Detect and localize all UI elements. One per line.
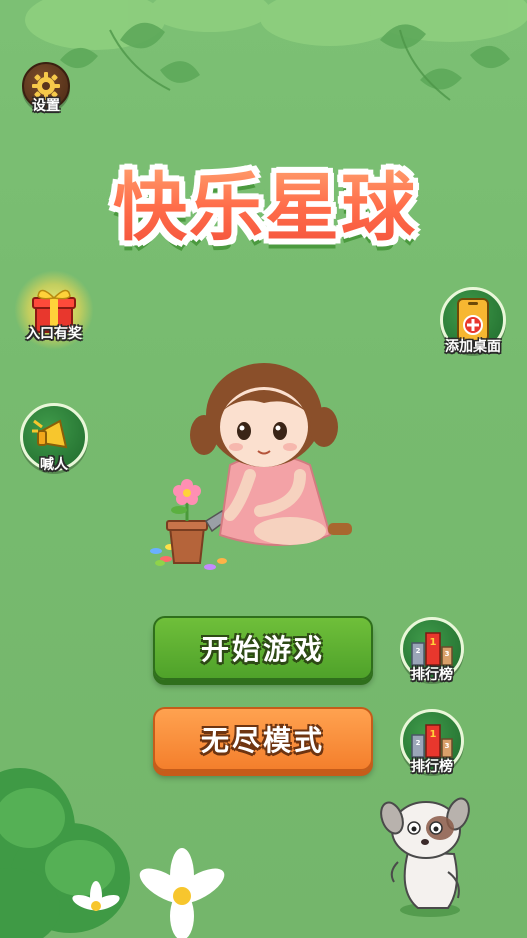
start-game-label: 开始游戏 (200, 633, 325, 666)
endless-mode-label: 无尽模式 (200, 724, 325, 757)
settings-button[interactable]: 设置 (22, 62, 70, 114)
game-title: 快乐星球 快乐星球 (90, 140, 440, 251)
invite-friends-button[interactable]: 喊人 (20, 403, 88, 473)
top-leaves-decoration (25, 0, 527, 101)
svg-text:1: 1 (430, 729, 437, 740)
svg-text:1: 1 (430, 637, 437, 648)
leaderboard-button-endless[interactable]: 1 2 3 排行榜 (400, 709, 464, 775)
start-game-button[interactable]: 开始游戏 (153, 616, 373, 680)
svg-text:3: 3 (445, 742, 450, 750)
add-to-desktop-button[interactable]: 添加桌面 (440, 287, 506, 355)
entry-reward-button[interactable]: 入口有奖 (14, 270, 94, 350)
leaderboard-label-start: 排行榜 (411, 667, 453, 683)
leaderboard-label-endless: 排行榜 (411, 759, 453, 775)
leaderboard-button-start[interactable]: 1 2 3 排行榜 (400, 617, 464, 683)
puppy-illustration (380, 797, 470, 917)
add-to-desktop-label: 添加桌面 (445, 339, 501, 355)
settings-label: 设置 (32, 98, 60, 114)
game-title-text: 快乐星球 (90, 148, 440, 255)
svg-text:3: 3 (445, 650, 450, 658)
invite-friends-label: 喊人 (40, 457, 68, 473)
girl-gardening-illustration (150, 363, 352, 570)
svg-text:2: 2 (416, 647, 421, 655)
entry-reward-label: 入口有奖 (26, 326, 82, 342)
main-menu-screen: 设置 快乐星球 快乐星球 入口有奖 (0, 0, 527, 938)
svg-text:2: 2 (416, 739, 421, 747)
bush-decoration (0, 768, 225, 938)
endless-mode-button[interactable]: 无尽模式 (153, 707, 373, 771)
